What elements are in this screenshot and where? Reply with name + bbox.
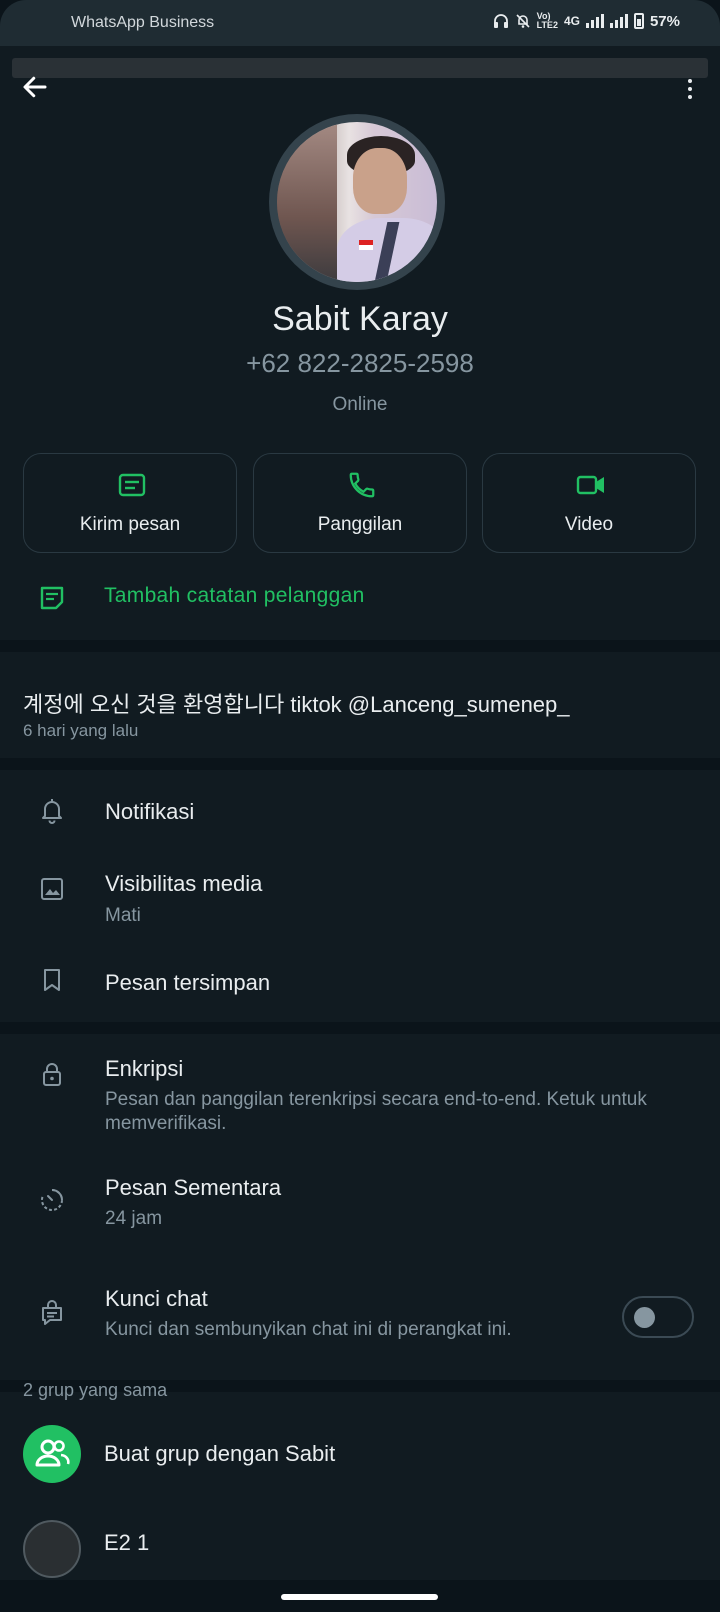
- add-customer-note-button[interactable]: Tambah catatan pelanggan: [0, 564, 720, 632]
- image-icon: [41, 878, 63, 900]
- settings-card: Notifikasi Visibilitas media Mati Pesan …: [0, 770, 720, 1022]
- status-app-name: WhatsApp Business: [71, 14, 215, 31]
- notifications-title: Notifikasi: [105, 799, 195, 824]
- media-visibility-row[interactable]: Visibilitas media Mati: [0, 854, 720, 942]
- mute-bell-icon: [516, 14, 530, 28]
- encryption-subtitle: Pesan dan panggilan terenkripsi secara e…: [105, 1089, 647, 1134]
- create-group-avatar: [23, 1425, 81, 1483]
- note-icon: [40, 586, 64, 610]
- contact-phone: +62 822-2825-2598: [246, 348, 474, 378]
- more-options-button[interactable]: [678, 76, 702, 102]
- video-button[interactable]: Video: [482, 453, 696, 553]
- toolbar-placeholder: [12, 58, 708, 78]
- contact-header-card: Sabit Karay +62 822-2825-2598 Online Kir…: [0, 46, 720, 640]
- message-button[interactable]: Kirim pesan: [23, 453, 237, 553]
- toggle-knob: [634, 1307, 655, 1328]
- bell-icon: [42, 799, 62, 824]
- encryption-title: Enkripsi: [105, 1056, 184, 1081]
- video-icon: [576, 475, 604, 495]
- about-card[interactable]: 계정에 오신 것을 환영합니다 tiktok @Lanceng_sumenep_…: [0, 652, 720, 758]
- profile-photo[interactable]: [269, 114, 445, 290]
- contact-status: Online: [332, 394, 388, 415]
- arrow-left-icon: [23, 76, 47, 98]
- signal-2-icon: [609, 14, 628, 28]
- disappearing-messages-row[interactable]: Pesan Sementara 24 jam: [0, 1154, 720, 1256]
- saved-messages-title: Pesan tersimpan: [105, 970, 271, 995]
- group-name[interactable]: E2 1: [104, 1530, 149, 1556]
- chat-lock-row[interactable]: Kunci chat Kunci dan sembunyikan chat in…: [0, 1256, 720, 1380]
- saved-messages-row[interactable]: Pesan tersimpan: [0, 942, 720, 1022]
- group-avatar[interactable]: [23, 1520, 81, 1578]
- chat-lock-title: Kunci chat: [105, 1286, 208, 1311]
- group-add-icon: [35, 1439, 70, 1467]
- disappearing-messages-subtitle: 24 jam: [105, 1208, 163, 1229]
- chat-lock-toggle[interactable]: [622, 1296, 694, 1338]
- navigation-bar: [0, 1580, 720, 1612]
- bookmark-icon: [44, 969, 60, 991]
- encryption-row[interactable]: Enkripsi Pesan dan panggilan terenkripsi…: [0, 1034, 720, 1154]
- status-icons: Vo) LTE2 4G 57%: [493, 12, 680, 30]
- create-group-label: Buat grup dengan Sabit: [104, 1441, 336, 1466]
- add-customer-note-label: Tambah catatan pelanggan: [104, 584, 365, 607]
- media-visibility-title: Visibilitas media: [105, 871, 263, 896]
- privacy-card: Enkripsi Pesan dan panggilan terenkripsi…: [0, 1034, 720, 1380]
- video-button-label: Video: [564, 514, 614, 535]
- common-groups-header: 2 grup yang sama: [23, 1380, 168, 1400]
- network-type: 4G: [563, 14, 580, 28]
- notifications-row[interactable]: Notifikasi: [0, 770, 720, 854]
- avatar: [277, 122, 437, 282]
- chat-lock-icon: [42, 1300, 62, 1325]
- lock-icon: [43, 1063, 61, 1086]
- message-icon: [118, 473, 146, 497]
- timer-icon: [41, 1189, 63, 1211]
- disappearing-messages-title: Pesan Sementara: [105, 1175, 282, 1200]
- call-button-label: Panggilan: [317, 514, 403, 535]
- battery-icon: [633, 13, 644, 29]
- headphones-icon: [493, 14, 508, 28]
- back-button[interactable]: [20, 72, 52, 104]
- volte-label: Vo) LTE2: [536, 11, 558, 30]
- status-bar: WhatsApp Business Vo) LTE2 4G 57%: [0, 0, 720, 46]
- message-button-label: Kirim pesan: [79, 514, 181, 535]
- home-gesture-handle[interactable]: [281, 1594, 438, 1600]
- media-visibility-subtitle: Mati: [105, 905, 141, 926]
- about-time: 6 hari yang lalu: [23, 721, 139, 740]
- phone-icon: [349, 472, 375, 498]
- contact-info-screen: Sabit Karay +62 822-2825-2598 Online Kir…: [0, 46, 720, 1580]
- call-button[interactable]: Panggilan: [253, 453, 467, 553]
- signal-icon: [585, 14, 604, 28]
- contact-name: Sabit Karay: [272, 300, 448, 338]
- more-vertical-icon: [688, 79, 692, 83]
- battery-percent: 57%: [649, 12, 680, 30]
- about-text: 계정에 오신 것을 환영합니다 tiktok @Lanceng_sumenep_: [23, 692, 570, 717]
- chat-lock-subtitle: Kunci dan sembunyikan chat ini di perang…: [105, 1319, 512, 1340]
